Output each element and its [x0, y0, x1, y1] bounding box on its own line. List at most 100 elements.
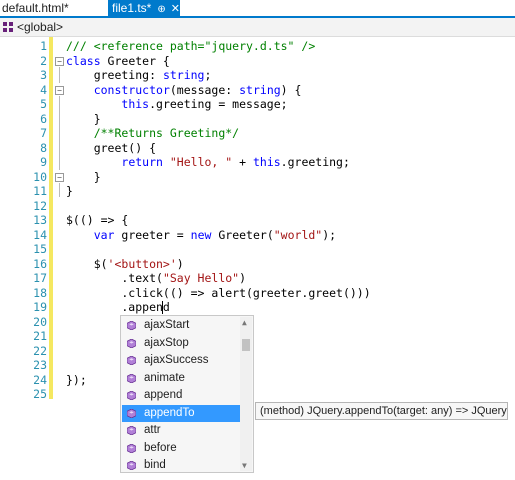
- line-number: 23: [33, 358, 47, 372]
- code-line[interactable]: $(() => {: [66, 213, 128, 228]
- code-token: string: [239, 82, 281, 97]
- code-token: (message:: [169, 82, 240, 97]
- completion-item-label: append: [144, 389, 183, 401]
- line-number: 15: [33, 242, 47, 256]
- code-line[interactable]: }: [66, 170, 101, 185]
- code-token: constructor: [93, 82, 170, 97]
- code-line[interactable]: return "Hello, " + this.greeting;: [66, 155, 350, 170]
- close-icon[interactable]: ✕: [171, 3, 180, 15]
- line-number: 25: [33, 387, 47, 401]
- completion-item[interactable]: before: [122, 440, 240, 458]
- code-token: class: [66, 53, 101, 68]
- completion-list[interactable]: ▲ ▼ ajaxStart ajaxStop ajaxSuccess animate a…: [120, 315, 254, 473]
- completion-scrollbar[interactable]: ▲ ▼: [240, 317, 252, 471]
- code-line[interactable]: .text("Say Hello"): [66, 271, 246, 286]
- completion-item-label: before: [144, 441, 177, 454]
- change-indicator-bar: [49, 37, 53, 399]
- collapse-icon[interactable]: −: [55, 57, 64, 66]
- code-token: new: [190, 227, 212, 242]
- code-token: greeting:: [66, 68, 163, 82]
- code-line[interactable]: .click(() => alert(greeter.greet())): [66, 285, 371, 301]
- navigation-bar[interactable]: <global>: [0, 18, 515, 37]
- method-icon: [127, 443, 136, 453]
- completion-item-label: animate: [144, 371, 185, 384]
- method-icon: [127, 426, 136, 435]
- completion-item[interactable]: ajaxStop: [122, 335, 240, 353]
- completion-item-label: ajaxSuccess: [144, 354, 209, 366]
- code-line[interactable]: greeting: string;: [66, 68, 212, 83]
- line-number: 20: [33, 314, 47, 329]
- collapse-icon[interactable]: −: [55, 173, 64, 182]
- code-token: .greeting = message;: [149, 97, 288, 111]
- line-number: 3: [40, 68, 47, 82]
- code-line[interactable]: /**Returns Greeting*/: [66, 126, 239, 141]
- completion-item[interactable]: appendTo: [122, 404, 240, 422]
- code-token: +: [232, 155, 253, 169]
- line-number: 24: [33, 372, 47, 387]
- line-number: 5: [40, 97, 47, 111]
- line-number: 6: [40, 111, 47, 126]
- tab-default-html[interactable]: default.html*: [2, 0, 69, 16]
- code-token: this: [121, 97, 150, 111]
- code-line[interactable]: });: [66, 373, 87, 388]
- completion-item[interactable]: append: [122, 387, 240, 405]
- method-icon: [127, 373, 136, 383]
- code-line[interactable]: class Greeter {: [66, 54, 170, 69]
- completion-item[interactable]: bind: [122, 457, 240, 475]
- line-number: 10: [33, 169, 47, 184]
- code-token: }: [66, 184, 73, 198]
- method-icon: [127, 338, 136, 348]
- line-number: 19: [33, 300, 47, 314]
- line-number: 14: [33, 227, 47, 242]
- completion-item-label: attr: [144, 424, 161, 436]
- tab-file1-ts[interactable]: file1.ts* ⊕ ✕: [108, 0, 180, 16]
- code-line[interactable]: var greeter = new Greeter("world");: [66, 228, 336, 243]
- line-number: 1: [40, 39, 47, 53]
- completion-item[interactable]: ajaxStart: [122, 317, 240, 335]
- code-line[interactable]: }: [66, 112, 101, 127]
- code-line[interactable]: this.greeting = message;: [66, 97, 288, 112]
- code-token: Greeter {: [100, 53, 170, 68]
- line-number: 9: [40, 155, 47, 169]
- scroll-up-icon[interactable]: ▲: [242, 318, 247, 327]
- code-line[interactable]: constructor(message: string) {: [66, 82, 302, 98]
- code-line[interactable]: greet() {: [66, 141, 156, 156]
- scroll-thumb[interactable]: [242, 339, 250, 351]
- code-line[interactable]: /// <reference path="jquery.d.ts" />: [66, 39, 315, 54]
- code-token: ) {: [280, 82, 302, 97]
- pin-icon[interactable]: ⊕: [157, 4, 165, 15]
- code-token: /**Returns Greeting*/: [66, 126, 240, 140]
- code-token: .click(() => alert(greeter.greet())): [66, 285, 371, 300]
- scope-dropdown-label: <global>: [17, 20, 64, 34]
- collapse-icon[interactable]: −: [55, 86, 64, 95]
- completion-item[interactable]: ajaxSuccess: [122, 352, 240, 370]
- scroll-down-icon[interactable]: ▼: [242, 461, 247, 470]
- line-number: 18: [33, 285, 47, 300]
- fold-guide: [59, 67, 60, 83]
- line-number: 8: [40, 140, 47, 155]
- line-number: 7: [40, 126, 47, 140]
- code-token: .text(: [66, 271, 163, 285]
- document-tab-bar: default.html* file1.ts* ⊕ ✕: [0, 0, 515, 18]
- quick-info-tooltip: (method) JQuery.appendTo(target: any) =>…: [255, 402, 508, 420]
- completion-item[interactable]: animate: [122, 370, 240, 388]
- line-number: 4: [40, 82, 47, 97]
- line-number: 13: [33, 213, 47, 227]
- line-number: 2: [40, 53, 47, 68]
- tab-label: default.html*: [2, 1, 69, 15]
- code-token: .append: [66, 300, 170, 314]
- code-token: "world": [273, 227, 323, 242]
- code-token: greeter =: [114, 227, 191, 242]
- code-token: greet() {: [66, 140, 157, 155]
- code-line[interactable]: .append: [66, 300, 170, 315]
- code-line[interactable]: $('<button>'): [66, 257, 184, 272]
- completion-item[interactable]: attr: [122, 422, 240, 440]
- fold-guide: [59, 96, 60, 170]
- code-line[interactable]: }: [66, 184, 73, 199]
- line-number: 11: [33, 184, 47, 198]
- text-caret: [162, 301, 163, 314]
